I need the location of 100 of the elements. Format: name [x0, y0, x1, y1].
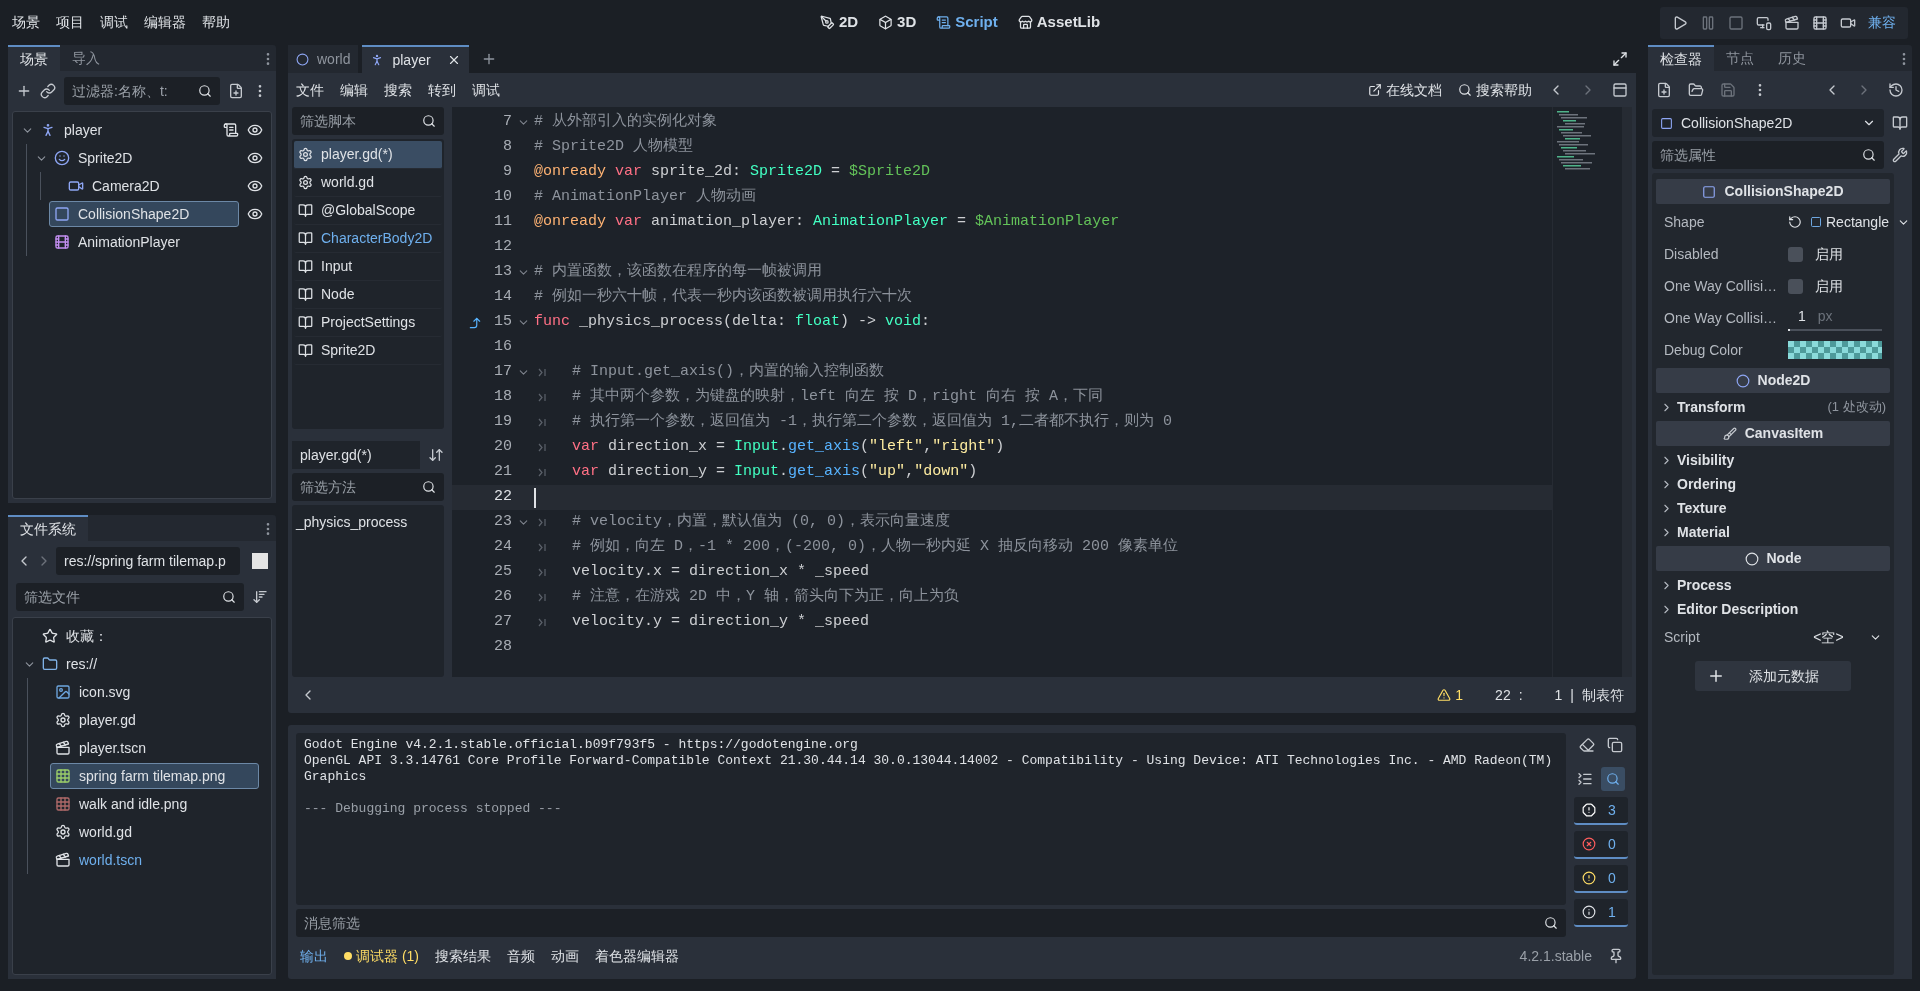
view-toggle[interactable]: [252, 553, 268, 569]
script-name[interactable]: player.gd(*): [321, 144, 393, 165]
filter-field[interactable]: 筛选方法: [292, 473, 444, 501]
filter-toggle[interactable]: 0: [1574, 831, 1628, 859]
tree-item-label[interactable]: AnimationPlayer: [78, 231, 180, 253]
new-resource-icon[interactable]: [1656, 82, 1672, 98]
sort-icon[interactable]: [252, 589, 268, 605]
clear-icon[interactable]: [1579, 737, 1595, 753]
workspace-tab[interactable]: AssetLib: [1017, 11, 1101, 34]
eye-icon[interactable]: [247, 150, 263, 166]
tree-item-label[interactable]: Sprite2D: [78, 147, 133, 169]
script-name[interactable]: ProjectSettings: [321, 312, 416, 333]
method-item[interactable]: _physics_process: [296, 509, 440, 535]
object-selector[interactable]: CollisionShape2D: [1652, 109, 1884, 137]
editor-tab[interactable]: world: [288, 45, 359, 73]
tree-item[interactable]: Sprite2D: [49, 145, 239, 171]
bottom-tab[interactable]: 搜索结果: [435, 945, 491, 967]
play-icon[interactable]: [1672, 14, 1688, 31]
script-list-item[interactable]: world.gd: [294, 169, 442, 197]
menu-item[interactable]: 调试: [100, 12, 128, 33]
bottom-tab[interactable]: 输出: [300, 945, 328, 967]
sort-icon[interactable]: [428, 447, 444, 463]
checkbox[interactable]: [1788, 246, 1803, 262]
shape-dropdown[interactable]: Rectangle: [1810, 211, 1911, 233]
script-list-item[interactable]: player.gd(*): [294, 141, 442, 169]
menu-item[interactable]: 编辑: [340, 79, 368, 101]
file-item[interactable]: world.tscn: [50, 847, 259, 873]
menu-item[interactable]: 转到: [428, 79, 456, 101]
file-name[interactable]: player.tscn: [79, 737, 146, 759]
link-icon[interactable]: [40, 83, 56, 99]
tools-icon[interactable]: [1892, 147, 1908, 163]
pause-icon[interactable]: [1700, 14, 1716, 31]
renderer-selector[interactable]: 兼容: [1868, 12, 1896, 33]
workspace-tab[interactable]: 2D: [819, 11, 859, 34]
menu-item[interactable]: 场景: [12, 12, 40, 33]
filter-toggle[interactable]: 0: [1574, 865, 1628, 893]
file-name[interactable]: walk and idle.png: [79, 793, 188, 815]
eye-icon[interactable]: [247, 178, 263, 194]
file-name[interactable]: player.gd: [79, 709, 136, 731]
warning-count[interactable]: 1: [1437, 684, 1464, 706]
script-name[interactable]: Sprite2D: [321, 340, 376, 361]
property-group[interactable]: Process: [1656, 573, 1890, 597]
tree-item[interactable]: Camera2D: [63, 173, 239, 199]
file-item[interactable]: player.tscn: [50, 735, 259, 761]
property-group[interactable]: Texture: [1656, 496, 1890, 520]
tree-item[interactable]: player: [35, 117, 215, 143]
eye-icon[interactable]: [247, 206, 263, 222]
filter-field[interactable]: 筛选文件: [16, 583, 244, 611]
color-swatch[interactable]: [1788, 341, 1882, 359]
dock-tab[interactable]: 文件系统: [8, 515, 88, 541]
file-name[interactable]: world.gd: [79, 821, 132, 843]
reset-icon[interactable]: [1788, 215, 1802, 229]
fullscreen-icon[interactable]: [1612, 51, 1628, 67]
help-search-link[interactable]: 搜索帮助: [1458, 79, 1532, 101]
menu-item[interactable]: 搜索: [384, 79, 412, 101]
script-list-item[interactable]: CharacterBody2D: [294, 225, 442, 253]
script-list-item[interactable]: Sprite2D: [294, 337, 442, 365]
collapse-icon[interactable]: [1577, 771, 1593, 787]
panel-icon[interactable]: [1612, 82, 1628, 98]
history-icon[interactable]: [1888, 82, 1904, 98]
filter-field[interactable]: 筛选脚本: [292, 107, 444, 135]
script-icon[interactable]: [223, 122, 239, 138]
file-item[interactable]: player.gd: [50, 707, 259, 733]
property-group[interactable]: Material: [1656, 520, 1890, 544]
eye-icon[interactable]: [247, 122, 263, 138]
script-list-item[interactable]: ProjectSettings: [294, 309, 442, 337]
script-name[interactable]: CharacterBody2D: [321, 228, 433, 249]
filter-field[interactable]: 筛选属性: [1652, 141, 1884, 169]
menu-item[interactable]: 项目: [56, 12, 84, 33]
folder-icon[interactable]: [1688, 82, 1704, 98]
filter-toggle[interactable]: 1: [1574, 899, 1628, 927]
file-item[interactable]: res://: [37, 651, 259, 677]
file-item[interactable]: 收藏：: [37, 623, 259, 649]
script-name[interactable]: Input: [321, 256, 353, 277]
workspace-tab[interactable]: 3D: [878, 11, 917, 34]
file-name[interactable]: 收藏：: [66, 625, 108, 647]
indent-mode[interactable]: 制表符: [1582, 684, 1624, 706]
menu-item[interactable]: 帮助: [202, 12, 230, 33]
file-name[interactable]: spring farm tilemap.png: [79, 765, 226, 787]
add-icon[interactable]: [16, 83, 32, 99]
tree-item-label[interactable]: CollisionShape2D: [78, 203, 190, 225]
file-item[interactable]: world.gd: [50, 819, 259, 845]
message-filter-field[interactable]: 消息筛选: [296, 909, 1566, 937]
property-group[interactable]: Ordering: [1656, 472, 1890, 496]
dock-tab[interactable]: 节点: [1714, 45, 1766, 71]
dock-tab[interactable]: 历史: [1766, 45, 1818, 71]
script-list-item[interactable]: Node: [294, 281, 442, 309]
filter-toggle[interactable]: 3: [1574, 797, 1628, 825]
file-item[interactable]: walk and idle.png: [50, 791, 259, 817]
tree-item-label[interactable]: player: [64, 119, 103, 141]
bottom-tab[interactable]: 着色器编辑器: [595, 945, 679, 967]
property-group[interactable]: Transform (1 处改动): [1656, 395, 1890, 419]
filter-field[interactable]: 过滤器:名称、t:: [64, 77, 220, 105]
file-item[interactable]: spring farm tilemap.png: [50, 763, 259, 789]
script-name[interactable]: Node: [321, 284, 355, 305]
script-dropdown[interactable]: <空>: [1788, 626, 1882, 648]
workspace-tab[interactable]: Script: [936, 11, 998, 34]
property-group[interactable]: Visibility: [1656, 448, 1890, 472]
dock-tab[interactable]: 场景: [8, 45, 60, 71]
script-name[interactable]: @GlobalScope: [321, 200, 416, 221]
